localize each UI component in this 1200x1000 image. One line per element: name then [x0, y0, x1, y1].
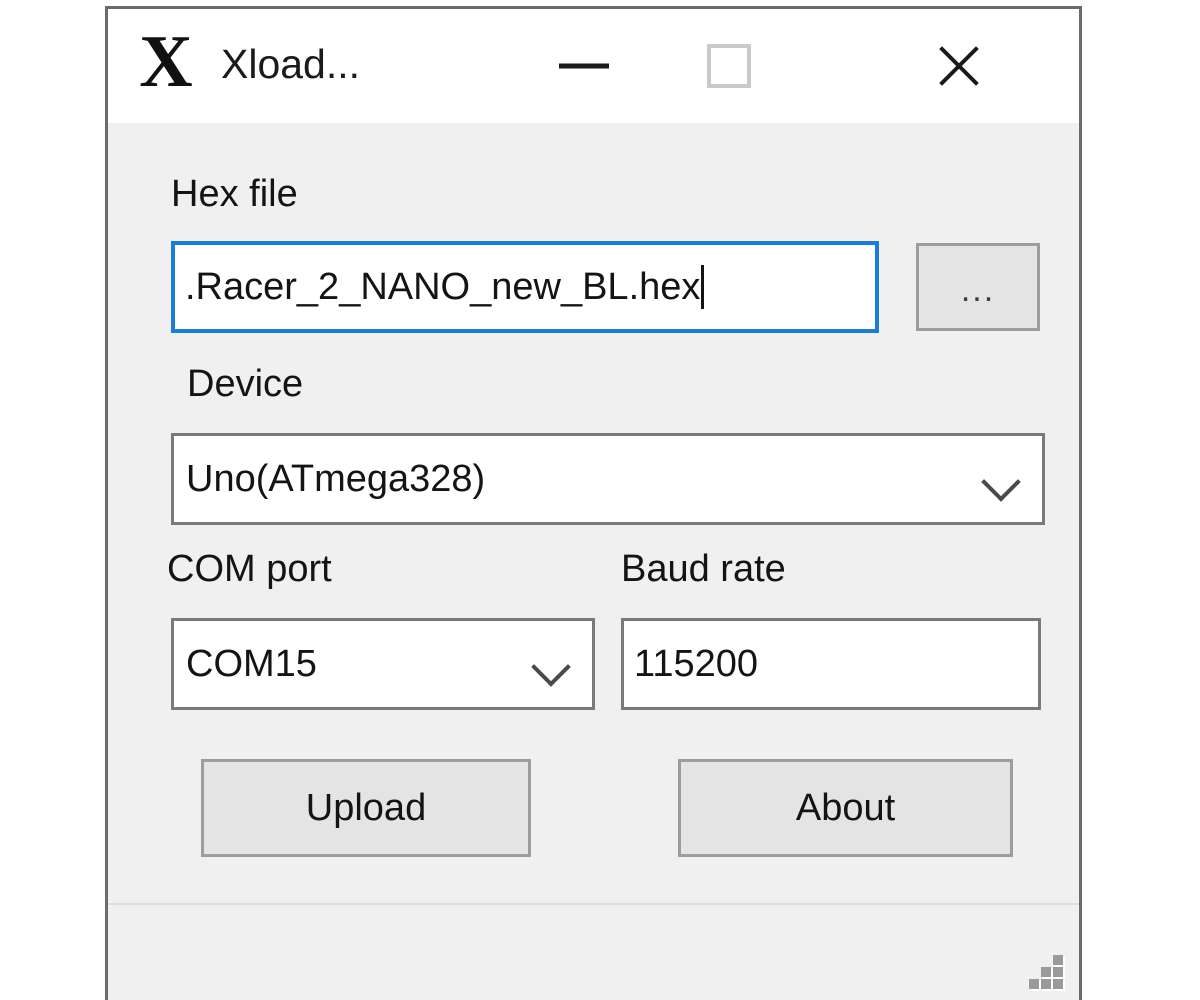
browse-hex-file-button[interactable]: ... [916, 243, 1040, 331]
app-logo-icon: X [139, 21, 193, 103]
client-area: Hex file .Racer_2_NANO_new_BL.hex ... De… [108, 123, 1079, 1000]
text-caret [701, 265, 705, 309]
upload-button[interactable]: Upload [201, 759, 531, 857]
baud-rate-label: Baud rate [621, 548, 786, 590]
maximize-icon [707, 44, 751, 88]
device-select[interactable]: Uno(ATmega328) [171, 433, 1045, 525]
hex-file-input[interactable]: .Racer_2_NANO_new_BL.hex [171, 241, 879, 333]
maximize-button[interactable] [668, 9, 790, 123]
about-button[interactable]: About [678, 759, 1013, 857]
minimize-icon [559, 63, 609, 69]
status-bar [108, 903, 1079, 1000]
com-port-value: COM15 [186, 642, 317, 685]
close-icon [933, 40, 985, 92]
close-button[interactable] [898, 9, 1020, 123]
device-label: Device [187, 363, 304, 405]
hex-file-value: .Racer_2_NANO_new_BL.hex [185, 265, 701, 308]
chevron-down-icon [528, 641, 574, 687]
com-port-select[interactable]: COM15 [171, 618, 595, 710]
baud-rate-input[interactable]: 115200 [621, 618, 1041, 710]
com-port-label: COM port [167, 548, 332, 590]
device-value: Uno(ATmega328) [186, 457, 486, 500]
minimize-button[interactable] [523, 9, 645, 123]
screen: X Xload... Hex file .Racer_2_NANO_new_BL… [0, 0, 1200, 1000]
baud-rate-value: 115200 [634, 642, 758, 685]
title-bar[interactable]: X Xload... [108, 9, 1079, 123]
xload-window: X Xload... Hex file .Racer_2_NANO_new_BL… [105, 6, 1082, 1000]
resize-grip-icon[interactable] [1021, 947, 1065, 991]
chevron-down-icon [978, 456, 1024, 502]
hex-file-label: Hex file [171, 173, 298, 215]
window-title: Xload... [221, 41, 361, 87]
